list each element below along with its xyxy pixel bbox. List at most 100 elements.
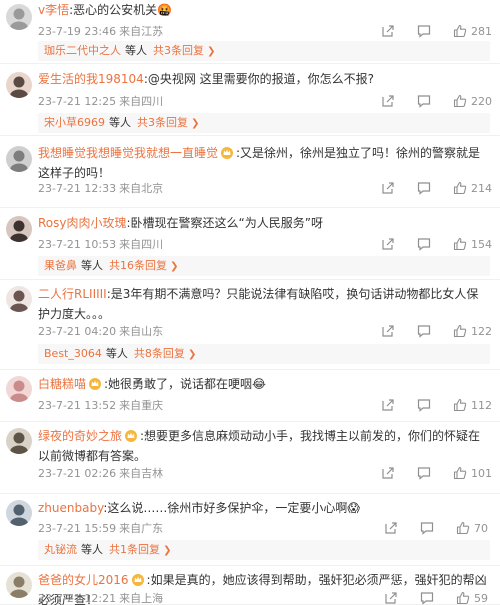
like-icon[interactable] <box>453 24 467 38</box>
comment-text: :@央视网 这里需要你的报道，你怎么不报? <box>143 72 375 86</box>
username-link[interactable]: Rosy肉肉小玫瑰 <box>38 216 127 230</box>
share-icon[interactable] <box>381 398 395 412</box>
comment-icon[interactable] <box>417 24 431 38</box>
view-replies-link[interactable]: 共8条回复 <box>134 347 185 360</box>
share-icon[interactable] <box>384 591 398 605</box>
reply-summary[interactable]: 珈乐二代中之人 等人 共3条回复 ❯ <box>38 41 490 61</box>
username-link[interactable]: 二人行RLIIIII <box>38 287 107 301</box>
comment-date: 23-7-21 04:20 <box>38 325 117 338</box>
username-link[interactable]: v李悟 <box>38 3 69 17</box>
avatar[interactable] <box>6 428 32 454</box>
username-link[interactable]: 我想睡觉我想睡觉我就想一直睡觉 <box>38 146 218 160</box>
reply-username[interactable]: 宋小草6969 <box>44 116 105 129</box>
like-icon[interactable] <box>453 466 467 480</box>
avatar[interactable] <box>6 500 32 526</box>
comment-body: 我想睡觉我想睡觉我就想一直睡觉:又是徐州，徐州是独立了吗！徐州的警察就是这样子的… <box>38 143 490 183</box>
comment-location: 来自四川 <box>119 238 164 251</box>
like-icon[interactable] <box>453 237 467 251</box>
comment-icon[interactable] <box>420 521 434 535</box>
comment-body: zhuenbaby:这么说……徐州市好多保护伞，一定要小心啊😱 <box>38 498 490 518</box>
comment-actions: 112 <box>359 397 492 413</box>
like-count: 122 <box>471 324 492 338</box>
username-link[interactable]: zhuenbaby <box>38 501 103 515</box>
comment-text: :卧槽现在警察还这么“为人民服务”呀 <box>126 216 323 230</box>
reply-summary[interactable]: 宋小草6969 等人 共3条回复 ❯ <box>38 113 490 133</box>
comment-icon[interactable] <box>417 324 431 338</box>
username-link[interactable]: 绿夜的奇妙之旅 <box>38 429 122 443</box>
share-icon[interactable] <box>381 237 395 251</box>
username-link[interactable]: 爱生活的我198104 <box>38 72 144 86</box>
comment-meta: 23-7-21 13:52 来自重庆 <box>38 397 166 413</box>
avatar[interactable] <box>6 376 32 402</box>
comment-item: 我想睡觉我想睡觉我就想一直睡觉:又是徐州，徐州是独立了吗！徐州的警察就是这样子的… <box>0 136 500 208</box>
reply-username[interactable]: Best_3064 <box>44 347 102 360</box>
chevron-right-icon: ❯ <box>167 261 179 272</box>
comment-date: 23-7-21 13:52 <box>38 399 117 412</box>
reply-others-label: 等人 <box>105 347 128 360</box>
reply-summary[interactable]: 丸铋流 等人 共1条回复 ❯ <box>38 540 490 560</box>
comment-icon[interactable] <box>417 181 431 195</box>
comment-item: zhuenbaby:这么说……徐州市好多保护伞，一定要小心啊😱 23-7-21 1… <box>0 494 500 566</box>
comment-meta: 23-7-21 10:53 来自四川 <box>38 236 166 252</box>
comment-date: 23-7-21 02:26 <box>38 467 117 480</box>
like-icon[interactable] <box>453 398 467 412</box>
comment-date: 23-7-21 12:25 <box>38 95 117 108</box>
comment-meta: 23-7-21 04:20 来自山东 <box>38 323 166 339</box>
comment-icon[interactable] <box>417 466 431 480</box>
comment-meta: 23-7-19 23:46 来自江苏 <box>38 23 166 39</box>
like-icon[interactable] <box>453 181 467 195</box>
view-replies-link[interactable]: 共3条回复 <box>137 116 188 129</box>
like-icon[interactable] <box>453 324 467 338</box>
username-link[interactable]: 爸爸的女儿2016 <box>38 573 129 587</box>
reply-others-label: 等人 <box>81 543 103 556</box>
comment-date: 23-7-21 15:59 <box>38 522 117 535</box>
share-icon[interactable] <box>381 324 395 338</box>
comment-actions: 281 <box>359 23 492 39</box>
comment-meta: 23-7-21 15:59 来自广东 <box>38 520 166 536</box>
comment-date: 23-7-21 10:53 <box>38 238 117 251</box>
avatar[interactable] <box>6 216 32 242</box>
crown-badge-icon <box>131 574 144 586</box>
comment-item: 白糖糕喵:她很勇敢了，说话都在哽咽😂 23-7-21 13:52 来自重庆 112 <box>0 370 500 422</box>
avatar[interactable] <box>6 72 32 98</box>
comment-icon[interactable] <box>417 94 431 108</box>
like-icon[interactable] <box>456 521 470 535</box>
reply-summary[interactable]: Best_3064 等人 共8条回复 ❯ <box>38 344 490 364</box>
view-replies-link[interactable]: 共3条回复 <box>153 44 204 57</box>
crown-badge-icon <box>125 430 138 442</box>
comment-actions: 101 <box>359 465 492 481</box>
comment-actions: 220 <box>359 93 492 109</box>
like-count: 281 <box>471 24 492 38</box>
comment-actions: 154 <box>359 236 492 252</box>
avatar[interactable] <box>6 286 32 312</box>
comment-body: v李悟:恶心的公安机关🤬 <box>38 0 490 20</box>
like-icon[interactable] <box>453 94 467 108</box>
like-icon[interactable] <box>456 591 470 605</box>
comment-icon[interactable] <box>417 237 431 251</box>
avatar[interactable] <box>6 572 32 598</box>
comment-actions: 70 <box>362 520 492 536</box>
reply-summary[interactable]: 果爸鼻 等人 共16条回复 ❯ <box>38 256 490 276</box>
comment-icon[interactable] <box>420 591 434 605</box>
share-icon[interactable] <box>384 521 398 535</box>
view-replies-link[interactable]: 共16条回复 <box>109 259 167 272</box>
share-icon[interactable] <box>381 94 395 108</box>
reply-username[interactable]: 珈乐二代中之人 <box>44 44 121 57</box>
reply-username[interactable]: 丸铋流 <box>44 543 77 556</box>
share-icon[interactable] <box>381 24 395 38</box>
chevron-right-icon: ❯ <box>184 349 197 360</box>
comment-icon[interactable] <box>417 398 431 412</box>
comment-text: :恶心的公安机关🤬 <box>69 3 173 17</box>
comment-location: 来自江苏 <box>119 25 164 38</box>
avatar[interactable] <box>6 4 32 30</box>
view-replies-link[interactable]: 共1条回复 <box>109 543 160 556</box>
reply-others-label: 等人 <box>125 44 147 57</box>
username-link[interactable]: 白糖糕喵 <box>38 377 86 391</box>
comment-body: 绿夜的奇妙之旅:想要更多信息麻烦动动小手，我找博主以前发的，你们的怀疑在以前微博… <box>38 426 490 466</box>
share-icon[interactable] <box>381 466 395 480</box>
avatar[interactable] <box>6 146 32 172</box>
comment-location: 来自四川 <box>119 95 164 108</box>
comment-location: 来自吉林 <box>119 467 164 480</box>
share-icon[interactable] <box>381 181 395 195</box>
reply-username[interactable]: 果爸鼻 <box>44 259 77 272</box>
